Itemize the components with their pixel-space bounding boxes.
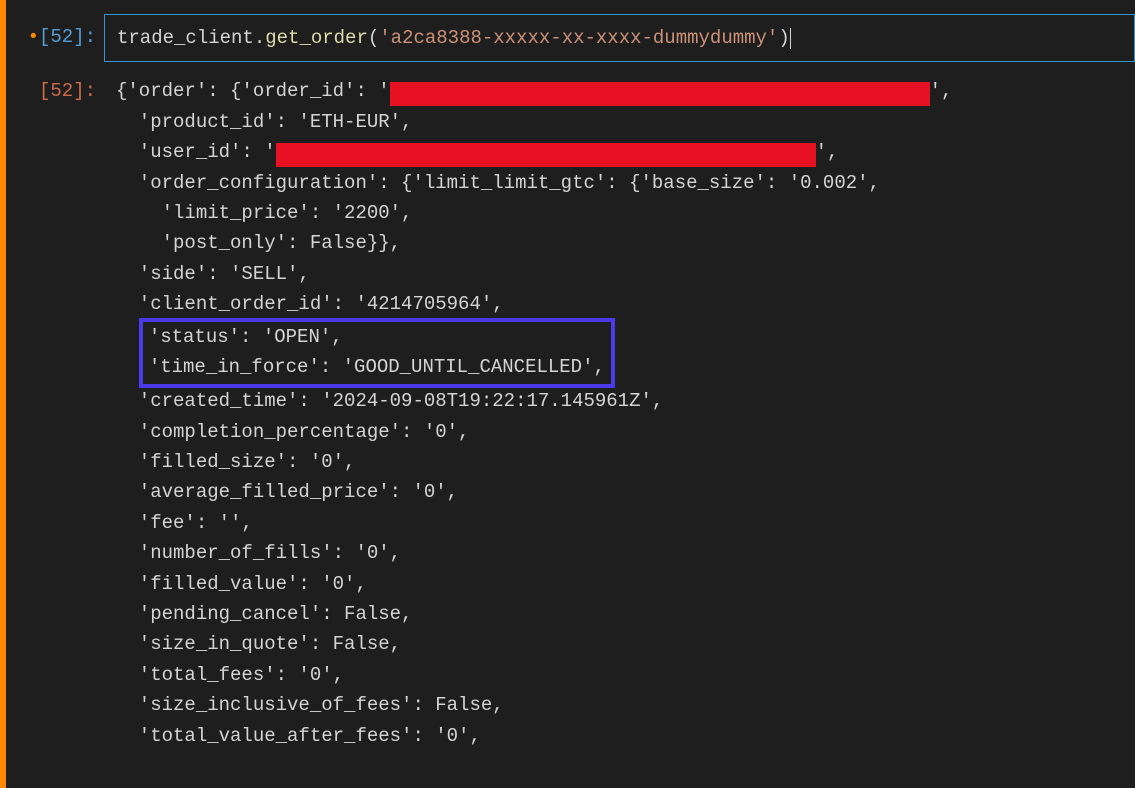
out-line: 'pending_cancel': False, — [116, 599, 1135, 629]
out-line: 'average_filled_price': '0', — [116, 477, 1135, 507]
input-cell: •[52]: trade_client.get_order('a2ca8388-… — [6, 14, 1135, 62]
out-line: 'filled_value': '0', — [116, 569, 1135, 599]
out-line: 'user_id': '', — [116, 137, 1135, 167]
out-line: 'size_inclusive_of_fees': False, — [116, 690, 1135, 720]
tok-client: trade_client — [117, 27, 254, 49]
code-input[interactable]: trade_client.get_order('a2ca8388-xxxxx-x… — [104, 14, 1135, 62]
input-prompt: •[52]: — [6, 14, 104, 52]
out-line: 'post_only': False}}, — [116, 228, 1135, 258]
highlight-box: 'status': 'OPEN', 'time_in_force': 'GOOD… — [139, 318, 615, 389]
tok-arg: 'a2ca8388-xxxxx-xx-xxxx-dummydummy' — [379, 27, 778, 49]
out-line: 'fee': '', — [116, 508, 1135, 538]
redacted-user-id — [276, 143, 816, 167]
out-line: 'size_in_quote': False, — [116, 629, 1135, 659]
out-line: 'product_id': 'ETH-EUR', — [116, 107, 1135, 137]
out-line: 'total_value_after_fees': '0', — [116, 721, 1135, 751]
output-prompt: [52]: — [6, 68, 104, 106]
out-prompt-label: [52]: — [39, 80, 96, 102]
output-cell: [52]: {'order': {'order_id': '', 'produc… — [6, 68, 1135, 751]
out-line: 'number_of_fills': '0', — [116, 538, 1135, 568]
out-line: 'created_time': '2024-09-08T19:22:17.145… — [116, 386, 1135, 416]
out-line: 'limit_price': '2200', — [116, 198, 1135, 228]
out-line: 'total_fees': '0', — [116, 660, 1135, 690]
out-line: 'order_configuration': {'limit_limit_gtc… — [116, 168, 1135, 198]
notebook: •[52]: trade_client.get_order('a2ca8388-… — [0, 0, 1135, 788]
out-line: 'side': 'SELL', — [116, 259, 1135, 289]
output-text: {'order': {'order_id': '', 'product_id':… — [104, 68, 1135, 751]
out-line-highlighted: 'status': 'OPEN', 'time_in_force': 'GOOD… — [116, 320, 1135, 387]
tok-open: ( — [368, 27, 379, 49]
notebook-content: •[52]: trade_client.get_order('a2ca8388-… — [6, 0, 1135, 788]
tok-close: ) — [778, 27, 789, 49]
out-line: 'filled_size': '0', — [116, 447, 1135, 477]
dirty-indicator: • — [28, 26, 39, 48]
out-line: 'client_order_id': '4214705964', — [116, 289, 1135, 319]
text-cursor — [790, 28, 791, 49]
tok-dot: . — [254, 27, 265, 49]
out-line: {'order': {'order_id': '', — [116, 76, 1135, 106]
in-prompt-label: [52]: — [39, 26, 96, 48]
redacted-order-id — [390, 82, 930, 106]
out-line: 'completion_percentage': '0', — [116, 417, 1135, 447]
tok-method: get_order — [265, 27, 368, 49]
